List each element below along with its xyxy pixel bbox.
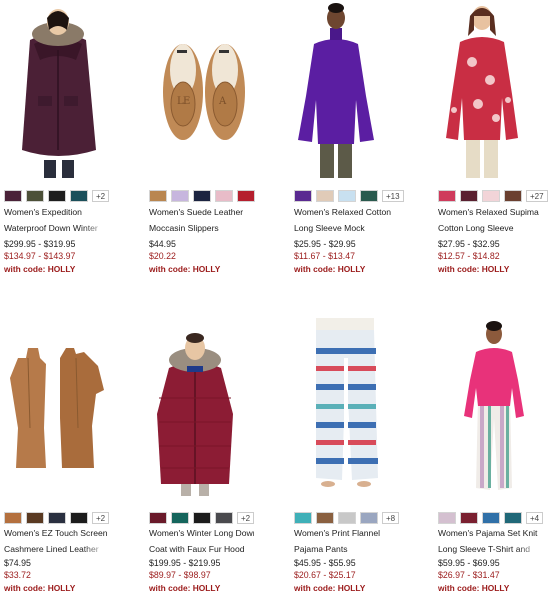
product-name[interactable]: Women's Relaxed Cotton Long Sleeve Mock bbox=[294, 204, 399, 236]
color-swatch[interactable] bbox=[193, 190, 211, 202]
color-swatch[interactable] bbox=[70, 190, 88, 202]
color-swatch[interactable] bbox=[294, 512, 312, 524]
color-swatch[interactable] bbox=[4, 512, 22, 524]
product-name[interactable]: Women's Expedition Waterproof Down Winter bbox=[4, 204, 109, 236]
swatch-row: +13 bbox=[294, 190, 404, 202]
color-swatch[interactable] bbox=[338, 190, 356, 202]
product-price: $299.95 - $319.95 bbox=[4, 239, 76, 249]
color-swatch[interactable] bbox=[26, 512, 44, 524]
more-colors-badge[interactable]: +2 bbox=[237, 512, 255, 524]
color-swatch[interactable] bbox=[193, 512, 211, 524]
more-colors-badge[interactable]: +27 bbox=[526, 190, 548, 202]
color-swatch[interactable] bbox=[149, 512, 167, 524]
product-image-longdown[interactable] bbox=[149, 318, 289, 498]
color-swatch[interactable] bbox=[294, 190, 312, 202]
product-name[interactable]: Women's Winter Long Down Coat with Faux F… bbox=[149, 525, 254, 557]
product-price: $59.95 - $69.95 bbox=[438, 558, 500, 568]
color-swatch[interactable] bbox=[149, 190, 167, 202]
more-colors-badge[interactable]: +4 bbox=[526, 512, 544, 524]
product-name[interactable]: Women's Relaxed Supima Cotton Long Sleeve bbox=[438, 204, 543, 236]
color-swatch[interactable] bbox=[171, 190, 189, 202]
more-colors-badge[interactable]: +2 bbox=[92, 190, 110, 202]
product-name[interactable]: Women's Pajama Set Knit Long Sleeve T-Shi… bbox=[438, 525, 543, 557]
color-swatch[interactable] bbox=[48, 190, 66, 202]
product-name[interactable]: Women's EZ Touch Screen Cashmere Lined Le… bbox=[4, 525, 109, 557]
promo-code: with code: HOLLY bbox=[294, 264, 366, 274]
swatch-row bbox=[149, 190, 255, 202]
product-price: $27.95 - $32.95 bbox=[438, 239, 500, 249]
product-price: $45.95 - $55.95 bbox=[294, 558, 356, 568]
more-colors-badge[interactable]: +13 bbox=[382, 190, 404, 202]
more-colors-badge[interactable]: +2 bbox=[92, 512, 110, 524]
product-image-gloves[interactable] bbox=[4, 318, 144, 498]
color-swatch[interactable] bbox=[215, 190, 233, 202]
svg-text:A: A bbox=[218, 96, 227, 107]
promo-code: with code: HOLLY bbox=[294, 583, 366, 593]
promo-code: with code: HOLLY bbox=[438, 264, 510, 274]
color-swatch[interactable] bbox=[482, 512, 500, 524]
mock-top-photo bbox=[298, 3, 374, 178]
swatch-row: +27 bbox=[438, 190, 548, 202]
slippers-photo: L E A bbox=[163, 44, 245, 140]
color-swatch[interactable] bbox=[360, 512, 378, 524]
swatch-row: +8 bbox=[294, 512, 400, 524]
color-swatch[interactable] bbox=[171, 512, 189, 524]
color-swatch[interactable] bbox=[504, 512, 522, 524]
color-swatch[interactable] bbox=[338, 512, 356, 524]
swatch-row: +2 bbox=[149, 512, 255, 524]
flannel-pants-photo bbox=[316, 318, 378, 487]
color-swatch[interactable] bbox=[460, 512, 478, 524]
color-swatch[interactable] bbox=[316, 190, 334, 202]
pajama-set-photo bbox=[464, 321, 524, 490]
product-price: $25.95 - $29.95 bbox=[294, 239, 356, 249]
color-swatch[interactable] bbox=[482, 190, 500, 202]
color-swatch[interactable] bbox=[438, 512, 456, 524]
product-price: $74.95 bbox=[4, 558, 31, 568]
color-swatch[interactable] bbox=[438, 190, 456, 202]
promo-code: with code: HOLLY bbox=[4, 264, 76, 274]
sale-price: $20.22 bbox=[149, 251, 176, 261]
color-swatch[interactable] bbox=[4, 190, 22, 202]
color-swatch[interactable] bbox=[460, 190, 478, 202]
sale-price: $26.97 - $31.47 bbox=[438, 570, 500, 580]
product-image-mock[interactable] bbox=[294, 0, 434, 180]
down-coat-photo bbox=[157, 333, 233, 496]
promo-code: with code: HOLLY bbox=[149, 583, 221, 593]
product-name[interactable]: Women's Suede Leather Moccasin Slippers bbox=[149, 204, 254, 236]
parka-photo bbox=[22, 9, 96, 178]
product-price: $199.95 - $219.95 bbox=[149, 558, 221, 568]
sale-price: $134.97 - $143.97 bbox=[4, 251, 76, 261]
sale-price: $89.97 - $98.97 bbox=[149, 570, 211, 580]
color-swatch[interactable] bbox=[70, 512, 88, 524]
color-swatch[interactable] bbox=[504, 190, 522, 202]
product-image-flannel[interactable] bbox=[294, 318, 434, 498]
promo-code: with code: HOLLY bbox=[149, 264, 221, 274]
svg-text:E: E bbox=[183, 96, 190, 107]
swatch-row: +2 bbox=[4, 190, 110, 202]
promo-code: with code: HOLLY bbox=[438, 583, 510, 593]
product-price: $44.95 bbox=[149, 239, 176, 249]
color-swatch[interactable] bbox=[316, 512, 334, 524]
color-swatch[interactable] bbox=[360, 190, 378, 202]
color-swatch[interactable] bbox=[237, 190, 255, 202]
promo-code: with code: HOLLY bbox=[4, 583, 76, 593]
color-swatch[interactable] bbox=[48, 512, 66, 524]
sale-price: $33.72 bbox=[4, 570, 31, 580]
more-colors-badge[interactable]: +8 bbox=[382, 512, 400, 524]
floral-top-photo bbox=[446, 6, 518, 178]
product-image-supima[interactable] bbox=[438, 0, 550, 180]
color-swatch[interactable] bbox=[215, 512, 233, 524]
gloves-photo bbox=[10, 348, 104, 468]
color-swatch[interactable] bbox=[26, 190, 44, 202]
sale-price: $11.67 - $13.47 bbox=[294, 251, 355, 261]
product-image-pajamaset[interactable] bbox=[438, 318, 550, 498]
swatch-row: +4 bbox=[438, 512, 544, 524]
sale-price: $12.57 - $14.82 bbox=[438, 251, 500, 261]
product-image-moccasin[interactable]: L E A bbox=[149, 0, 289, 180]
swatch-row: +2 bbox=[4, 512, 110, 524]
product-image-expedition[interactable] bbox=[4, 0, 144, 180]
product-name[interactable]: Women's Print Flannel Pajama Pants bbox=[294, 525, 399, 557]
sale-price: $20.67 - $25.17 bbox=[294, 570, 356, 580]
